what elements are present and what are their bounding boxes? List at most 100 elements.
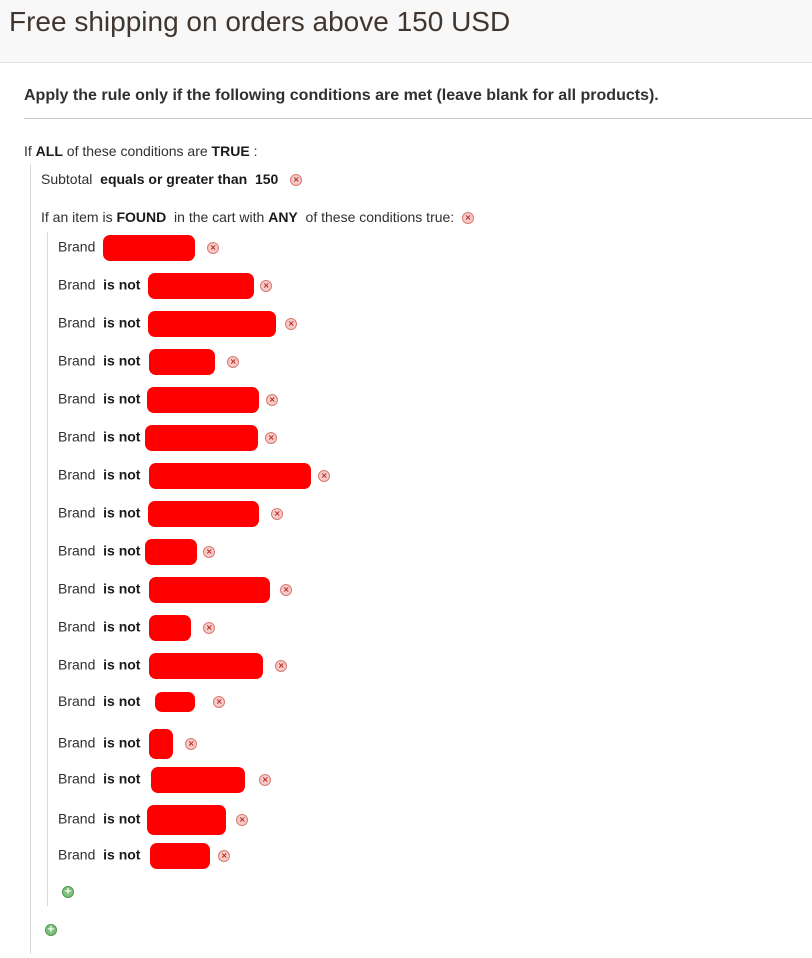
- brand-attribute[interactable]: Brand: [58, 239, 95, 255]
- remove-icon[interactable]: ×: [218, 850, 231, 862]
- tree-guide-found: [47, 232, 48, 906]
- brand-operator-select[interactable]: is not: [103, 811, 140, 827]
- brand-condition-row: Brand is not ×: [58, 311, 298, 337]
- brand-operator-select[interactable]: is not: [103, 735, 140, 751]
- add-icon[interactable]: +: [45, 924, 57, 936]
- remove-icon[interactable]: ×: [462, 212, 475, 225]
- remove-icon[interactable]: ×: [271, 508, 284, 520]
- root-condition: If ALL of these conditions are TRUE :: [24, 141, 257, 161]
- redacted-value: [155, 692, 196, 713]
- redacted-value: [149, 615, 192, 641]
- found-aggregator-select[interactable]: ANY: [268, 209, 298, 225]
- brand-condition-row: Brand is not ×: [58, 615, 216, 641]
- page-title: Free shipping on orders above 150 USD: [9, 6, 511, 37]
- remove-icon[interactable]: ×: [185, 738, 198, 750]
- brand-attribute[interactable]: Brand: [58, 467, 95, 483]
- brand-condition-row: Brand ×: [58, 235, 220, 261]
- brand-condition-row: Brand is not ×: [58, 729, 198, 759]
- brand-operator-select[interactable]: is not: [103, 467, 140, 483]
- brand-condition-row: Brand is not ×: [58, 805, 249, 835]
- brand-attribute[interactable]: Brand: [58, 811, 95, 827]
- brand-operator-select[interactable]: is not: [103, 771, 140, 787]
- brand-condition-row: Brand is not ×: [58, 539, 216, 565]
- remove-icon[interactable]: ×: [318, 470, 331, 482]
- root-prefix: If: [24, 143, 32, 159]
- brand-condition-row: Brand is not ×: [58, 425, 278, 451]
- brand-attribute[interactable]: Brand: [58, 771, 95, 787]
- redacted-value: [147, 387, 260, 413]
- section-heading: Apply the rule only if the following con…: [24, 87, 659, 104]
- remove-icon[interactable]: ×: [266, 394, 279, 406]
- brand-operator-select[interactable]: is not: [103, 657, 140, 673]
- remove-icon[interactable]: ×: [203, 546, 216, 558]
- remove-icon[interactable]: ×: [290, 174, 303, 187]
- brand-condition-row: Brand is not ×: [58, 387, 279, 413]
- found-prefix: If an item is: [41, 209, 113, 225]
- brand-operator-select[interactable]: is not: [103, 353, 140, 369]
- brand-operator-select[interactable]: is not: [103, 505, 140, 521]
- redacted-value: [149, 729, 174, 759]
- brand-condition-row: Brand is not ×: [58, 691, 226, 713]
- brand-attribute[interactable]: Brand: [58, 505, 95, 521]
- subtotal-value[interactable]: 150: [255, 171, 278, 187]
- brand-operator-select[interactable]: is not: [103, 543, 140, 559]
- remove-icon[interactable]: ×: [280, 584, 293, 596]
- brand-operator-select[interactable]: is not: [103, 693, 140, 709]
- remove-icon[interactable]: ×: [207, 242, 220, 254]
- subtotal-attribute[interactable]: Subtotal: [41, 171, 92, 187]
- redacted-value: [145, 425, 259, 451]
- redacted-value: [103, 235, 196, 261]
- brand-condition-row: Brand is not ×: [58, 349, 240, 375]
- redacted-value: [149, 653, 264, 679]
- root-aggregator-select[interactable]: ALL: [36, 143, 63, 159]
- brand-operator-select[interactable]: is not: [103, 429, 140, 445]
- section-divider: [24, 118, 812, 119]
- root-value-select[interactable]: TRUE: [212, 143, 250, 159]
- redacted-value: [148, 273, 255, 299]
- brand-condition-row: Brand is not ×: [58, 501, 284, 527]
- brand-attribute[interactable]: Brand: [58, 353, 95, 369]
- brand-operator-select[interactable]: is not: [103, 391, 140, 407]
- brand-operator-select[interactable]: is not: [103, 277, 140, 293]
- brand-operator-select[interactable]: is not: [103, 847, 140, 863]
- brand-attribute[interactable]: Brand: [58, 657, 95, 673]
- subtotal-condition: Subtotal equals or greater than 150 ×: [41, 169, 303, 189]
- brand-condition-row: Brand is not ×: [58, 577, 293, 603]
- found-condition: If an item is FOUND in the cart with ANY…: [41, 207, 475, 227]
- remove-icon[interactable]: ×: [236, 814, 249, 826]
- brand-condition-row: Brand is not ×: [58, 463, 331, 489]
- brand-operator-select[interactable]: is not: [103, 619, 140, 635]
- brand-attribute[interactable]: Brand: [58, 581, 95, 597]
- remove-icon[interactable]: ×: [260, 280, 273, 292]
- brand-attribute[interactable]: Brand: [58, 693, 95, 709]
- brand-attribute[interactable]: Brand: [58, 391, 95, 407]
- subtotal-operator-select[interactable]: equals or greater than: [100, 171, 247, 187]
- remove-icon[interactable]: ×: [285, 318, 298, 330]
- redacted-value: [148, 311, 277, 337]
- brand-attribute[interactable]: Brand: [58, 543, 95, 559]
- brand-operator-select[interactable]: is not: [103, 315, 140, 331]
- brand-attribute[interactable]: Brand: [58, 315, 95, 331]
- remove-icon[interactable]: ×: [227, 356, 240, 368]
- remove-icon[interactable]: ×: [265, 432, 278, 444]
- redacted-value: [150, 843, 211, 869]
- remove-icon[interactable]: ×: [259, 774, 272, 786]
- found-middle-text: in the cart with: [174, 209, 265, 225]
- remove-icon[interactable]: ×: [213, 696, 226, 709]
- redacted-value: [148, 501, 260, 527]
- add-icon[interactable]: +: [62, 886, 74, 898]
- brand-attribute[interactable]: Brand: [58, 735, 95, 751]
- brand-attribute[interactable]: Brand: [58, 847, 95, 863]
- brand-condition-row: Brand is not ×: [58, 273, 273, 299]
- redacted-value: [149, 463, 312, 489]
- remove-icon[interactable]: ×: [203, 622, 216, 634]
- found-select[interactable]: FOUND: [116, 209, 166, 225]
- brand-condition-row: Brand is not ×: [58, 843, 231, 869]
- brand-attribute[interactable]: Brand: [58, 429, 95, 445]
- root-middle-text: of these conditions are: [66, 143, 208, 159]
- page-header: Free shipping on orders above 150 USD: [0, 0, 812, 63]
- brand-attribute[interactable]: Brand: [58, 619, 95, 635]
- brand-operator-select[interactable]: is not: [103, 581, 140, 597]
- brand-attribute[interactable]: Brand: [58, 277, 95, 293]
- remove-icon[interactable]: ×: [275, 660, 288, 672]
